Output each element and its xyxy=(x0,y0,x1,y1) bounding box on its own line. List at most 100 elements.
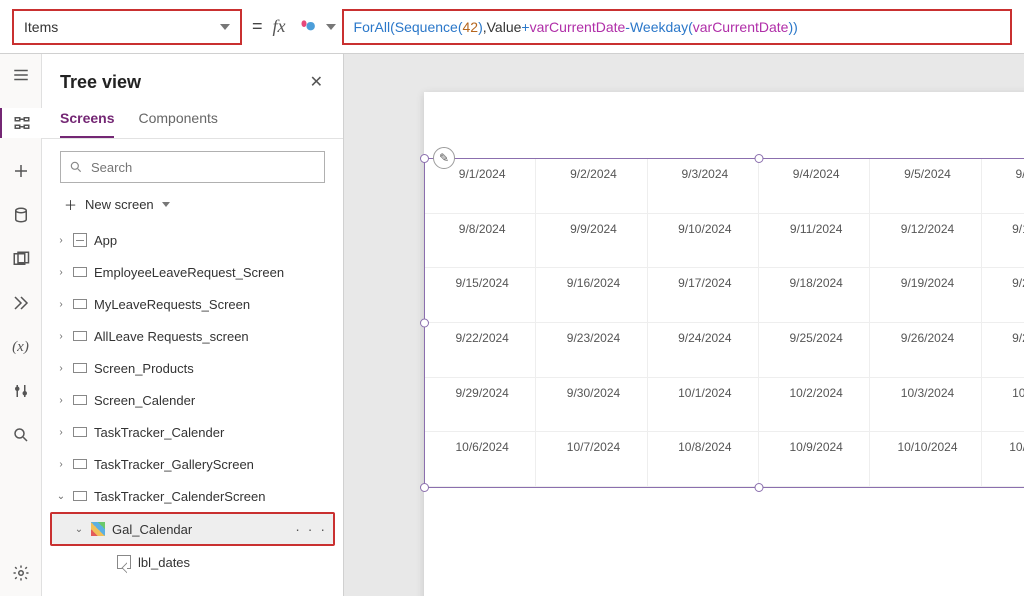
tree-item-tasktracker-calender[interactable]: ›TaskTracker_Calender xyxy=(48,416,337,448)
chevron-right-icon[interactable]: › xyxy=(56,331,66,342)
calendar-cell[interactable]: 9/13/2024 xyxy=(982,214,1024,269)
calendar-cell[interactable]: 9/8/2024 xyxy=(425,214,536,269)
tree-list: ›App›EmployeeLeaveRequest_Screen›MyLeave… xyxy=(42,222,343,596)
tree-search-wrap xyxy=(42,139,343,189)
calendar-cell[interactable]: 9/22/2024 xyxy=(425,323,536,378)
advanced-tools-icon[interactable] xyxy=(10,380,32,402)
chevron-right-icon[interactable]: › xyxy=(56,267,66,278)
calendar-cell[interactable]: 9/16/2024 xyxy=(536,268,647,323)
screen-canvas[interactable]: ✎ 9/1/20249/2/20249/3/20249/4/20249/5/20… xyxy=(424,92,1024,596)
chevron-down-icon[interactable] xyxy=(326,24,336,30)
calendar-cell[interactable]: 10/11/2024 xyxy=(982,432,1024,487)
search-icon xyxy=(69,160,83,174)
tree-item-lbl-dates[interactable]: lbl_dates xyxy=(48,546,337,578)
tree-item-allleave-requests-screen[interactable]: ›AllLeave Requests_screen xyxy=(48,320,337,352)
calendar-cell[interactable]: 9/25/2024 xyxy=(759,323,870,378)
formula-input[interactable]: ForAll(Sequence(42),Value+varCurrentDate… xyxy=(342,9,1012,45)
chevron-right-icon[interactable]: › xyxy=(56,363,66,374)
canvas[interactable]: ✎ 9/1/20249/2/20249/3/20249/4/20249/5/20… xyxy=(344,54,1024,596)
tree-view-icon[interactable] xyxy=(0,108,42,138)
calendar-cell[interactable]: 9/17/2024 xyxy=(648,268,759,323)
more-icon[interactable]: · · · xyxy=(295,521,327,537)
data-icon[interactable] xyxy=(10,204,32,226)
resize-handle[interactable] xyxy=(420,319,429,328)
calendar-cell[interactable]: 10/9/2024 xyxy=(759,432,870,487)
tab-components[interactable]: Components xyxy=(138,102,217,138)
media-icon[interactable] xyxy=(10,248,32,270)
power-automate-icon[interactable] xyxy=(10,292,32,314)
chevron-down-icon xyxy=(162,202,170,207)
calendar-cell[interactable]: 10/2/2024 xyxy=(759,378,870,433)
calendar-cell[interactable]: 9/15/2024 xyxy=(425,268,536,323)
calendar-grid: 9/1/20249/2/20249/3/20249/4/20249/5/2024… xyxy=(425,159,1024,487)
calendar-cell[interactable]: 9/3/2024 xyxy=(648,159,759,214)
settings-icon[interactable] xyxy=(10,562,32,584)
calendar-cell[interactable]: 9/4/2024 xyxy=(759,159,870,214)
chevron-right-icon[interactable]: › xyxy=(56,459,66,470)
chevron-right-icon[interactable]: › xyxy=(56,299,66,310)
gallery-selection[interactable]: ✎ 9/1/20249/2/20249/3/20249/4/20249/5/20… xyxy=(424,158,1024,488)
calendar-cell[interactable]: 9/29/2024 xyxy=(425,378,536,433)
close-icon[interactable]: ✕ xyxy=(306,68,327,96)
calendar-cell[interactable]: 10/7/2024 xyxy=(536,432,647,487)
calendar-cell[interactable]: 9/30/2024 xyxy=(536,378,647,433)
calendar-cell[interactable]: 9/20/2024 xyxy=(982,268,1024,323)
resize-handle[interactable] xyxy=(420,154,429,163)
search-icon[interactable] xyxy=(10,424,32,446)
formula-token: Sequence xyxy=(395,19,458,35)
calendar-cell[interactable]: 9/11/2024 xyxy=(759,214,870,269)
search-field[interactable] xyxy=(91,160,316,175)
calendar-cell[interactable]: 10/1/2024 xyxy=(648,378,759,433)
tree-item-label: Screen_Calender xyxy=(94,393,195,408)
calendar-cell[interactable]: 9/23/2024 xyxy=(536,323,647,378)
tab-screens[interactable]: Screens xyxy=(60,102,114,138)
calendar-cell[interactable]: 9/24/2024 xyxy=(648,323,759,378)
calendar-cell[interactable]: 9/2/2024 xyxy=(536,159,647,214)
tree-item-tasktracker-galleryscreen[interactable]: ›TaskTracker_GalleryScreen xyxy=(48,448,337,480)
chevron-right-icon[interactable]: › xyxy=(56,427,66,438)
edit-icon[interactable]: ✎ xyxy=(433,147,455,169)
screen-icon xyxy=(72,296,88,312)
tree-item-gal-calendar[interactable]: ⌄Gal_Calendar· · · xyxy=(52,514,333,544)
equals-sign: = xyxy=(252,16,263,37)
tree-item-app[interactable]: ›App xyxy=(48,224,337,256)
chevron-right-icon[interactable]: › xyxy=(56,235,66,246)
plus-icon[interactable] xyxy=(10,160,32,182)
chevron-right-icon[interactable]: › xyxy=(56,395,66,406)
calendar-cell[interactable]: 10/10/2024 xyxy=(870,432,981,487)
calendar-cell[interactable]: 9/19/2024 xyxy=(870,268,981,323)
tree-item-label: EmployeeLeaveRequest_Screen xyxy=(94,265,284,280)
calendar-cell[interactable]: 9/6/2024 xyxy=(982,159,1024,214)
menu-icon[interactable] xyxy=(10,64,32,86)
new-screen-button[interactable]: ＋ New screen xyxy=(42,189,343,222)
copilot-icon[interactable] xyxy=(298,16,320,38)
calendar-cell[interactable]: 10/3/2024 xyxy=(870,378,981,433)
formula-token: varCurrentDate xyxy=(530,19,626,35)
property-selector[interactable]: Items xyxy=(12,9,242,45)
calendar-cell[interactable]: 9/27/2024 xyxy=(982,323,1024,378)
resize-handle[interactable] xyxy=(420,483,429,492)
chevron-down-icon[interactable]: ⌄ xyxy=(74,524,84,535)
fx-group: fx xyxy=(273,16,336,38)
calendar-cell[interactable]: 10/4/2024 xyxy=(982,378,1024,433)
search-input[interactable] xyxy=(60,151,325,183)
calendar-cell[interactable]: 9/18/2024 xyxy=(759,268,870,323)
variables-icon[interactable]: (x) xyxy=(10,336,32,358)
resize-handle[interactable] xyxy=(755,154,764,163)
calendar-cell[interactable]: 10/8/2024 xyxy=(648,432,759,487)
tree-item-myleaverequests-screen[interactable]: ›MyLeaveRequests_Screen xyxy=(48,288,337,320)
calendar-cell[interactable]: 9/10/2024 xyxy=(648,214,759,269)
label-icon xyxy=(116,554,132,570)
calendar-cell[interactable]: 9/5/2024 xyxy=(870,159,981,214)
tree-item-screen-calender[interactable]: › Screen_Calender xyxy=(48,384,337,416)
tree-item-screen-products[interactable]: ›Screen_Products xyxy=(48,352,337,384)
chevron-down-icon[interactable]: ⌄ xyxy=(56,491,66,502)
tree-item-tasktracker-calenderscreen[interactable]: ⌄TaskTracker_CalenderScreen xyxy=(48,480,337,512)
tree-header: Tree view ✕ xyxy=(42,54,343,102)
calendar-cell[interactable]: 10/6/2024 xyxy=(425,432,536,487)
resize-handle[interactable] xyxy=(755,483,764,492)
tree-item-employeeleaverequest-screen[interactable]: › EmployeeLeaveRequest_Screen xyxy=(48,256,337,288)
calendar-cell[interactable]: 9/12/2024 xyxy=(870,214,981,269)
calendar-cell[interactable]: 9/26/2024 xyxy=(870,323,981,378)
calendar-cell[interactable]: 9/9/2024 xyxy=(536,214,647,269)
